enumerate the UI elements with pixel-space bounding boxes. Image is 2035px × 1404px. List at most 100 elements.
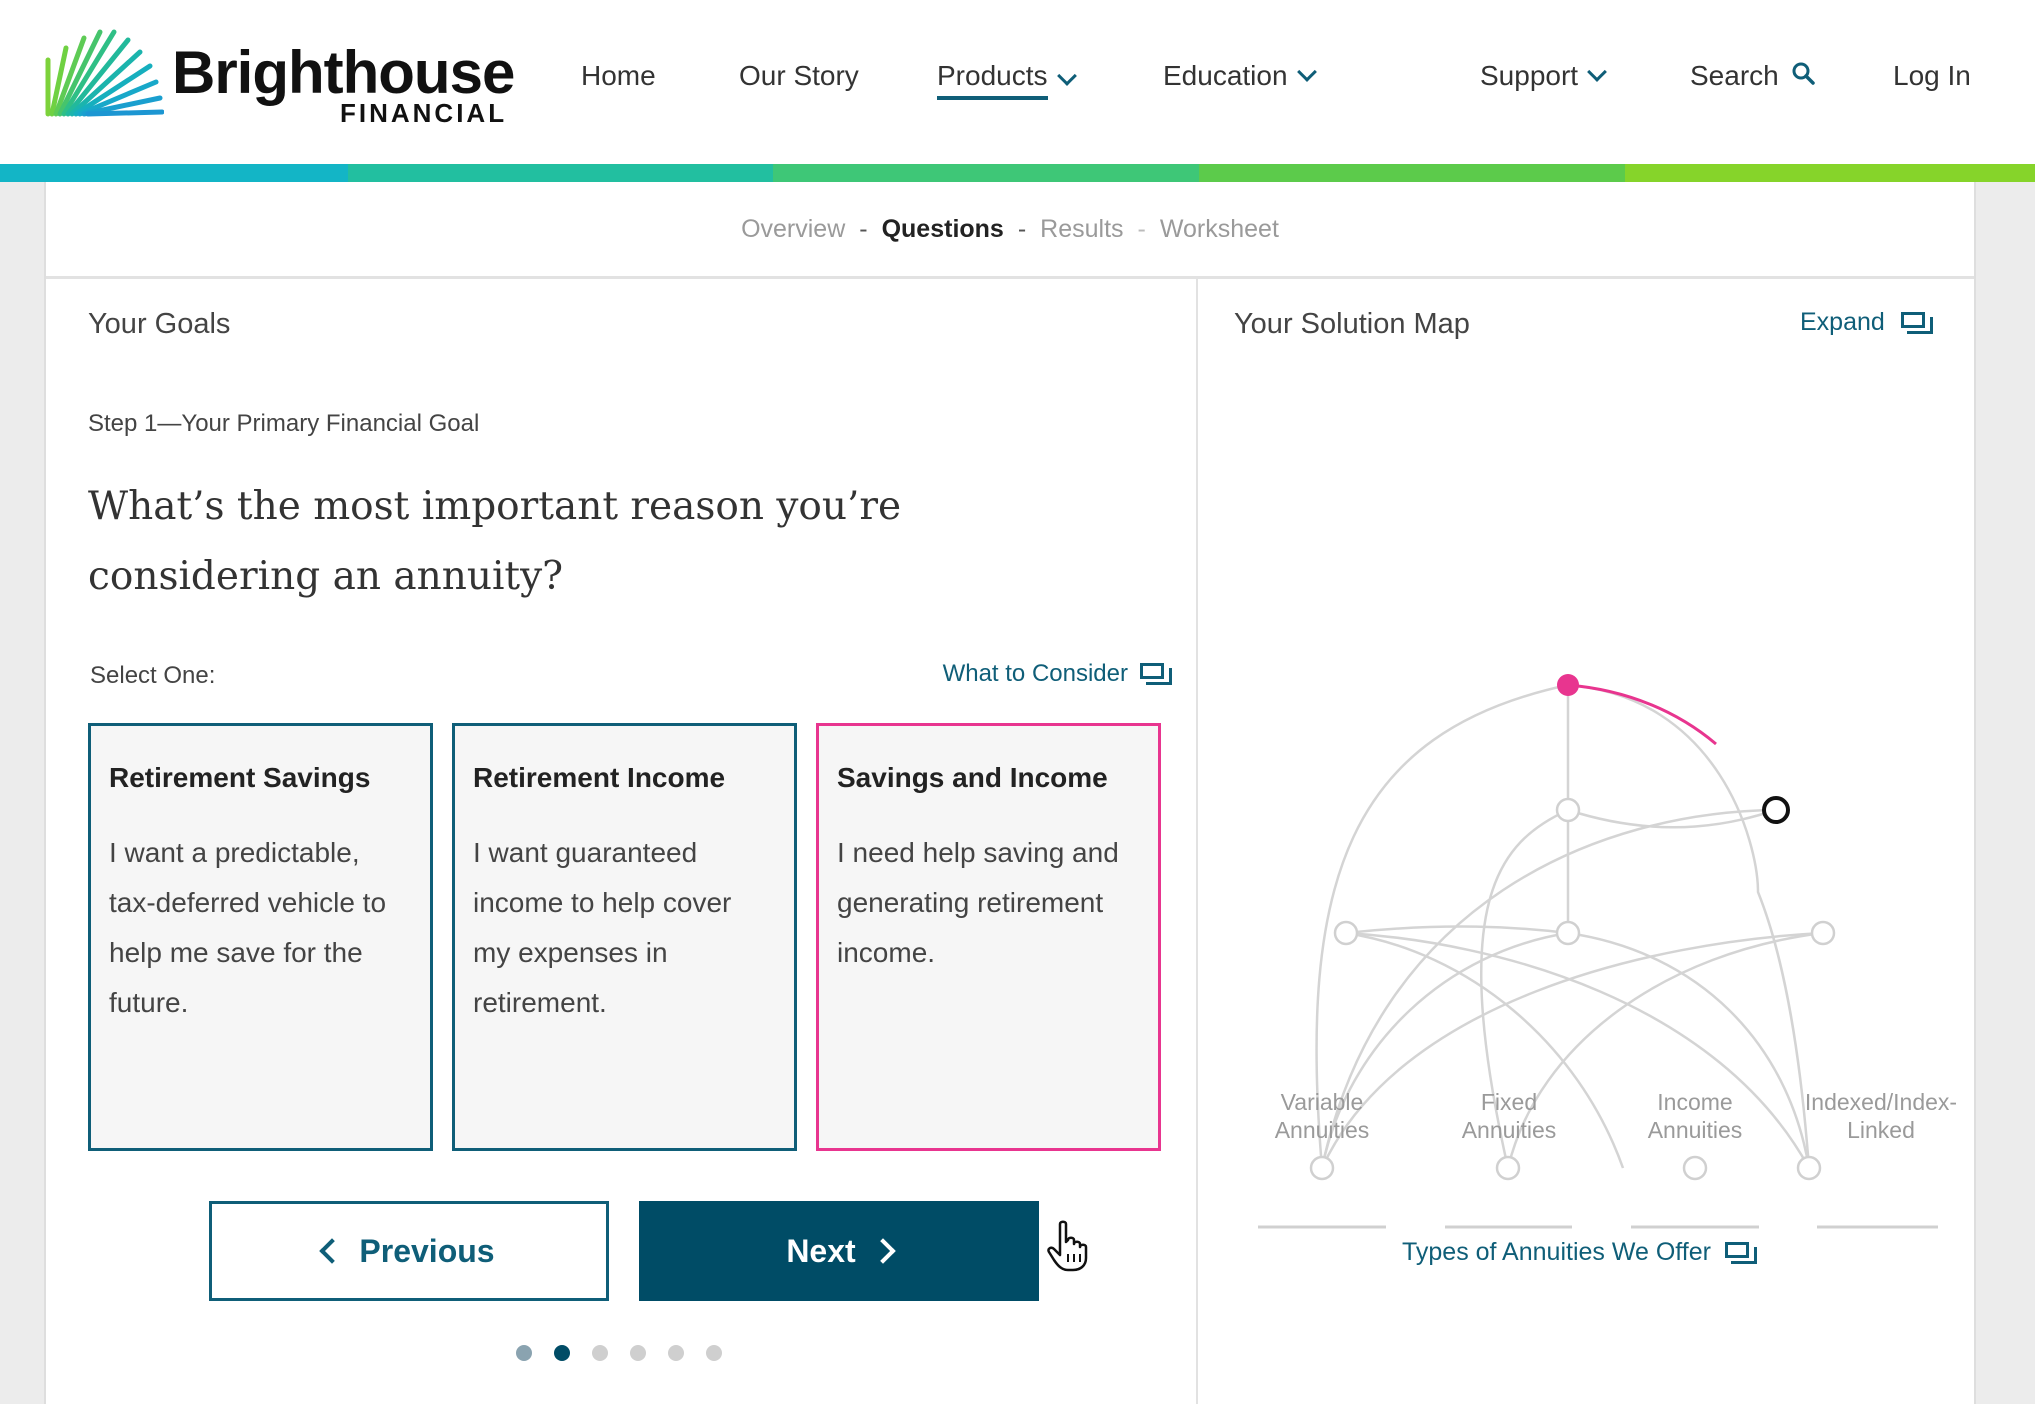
category-line: Annuities [1647, 1117, 1743, 1143]
select-one-label: Select One: [90, 662, 216, 689]
nav-home[interactable]: Home [581, 60, 656, 92]
step-overview[interactable]: Overview [741, 215, 845, 244]
next-button[interactable]: Next [639, 1201, 1039, 1301]
nav-support[interactable]: Support [1480, 60, 1607, 92]
map-path [1345, 925, 1569, 935]
progress-breadcrumb: Overview - Questions - Results - Workshe… [46, 182, 1974, 279]
category-label-indexed: Indexed/Index- Linked [1796, 1088, 1966, 1144]
option-description: I want guaranteed income to help cover m… [473, 837, 732, 1018]
option-description: I need help saving and generating retire… [837, 837, 1119, 968]
next-button-label: Next [786, 1232, 856, 1269]
question-progress-dots [516, 1345, 722, 1361]
option-title: Retirement Savings [109, 762, 371, 793]
question-heading: What’s the most important reason you’re … [88, 472, 918, 612]
step-questions[interactable]: Questions [882, 215, 1004, 244]
brand-stripe-3 [773, 164, 1199, 182]
brand-subtitle: FINANCIAL [340, 98, 508, 128]
nav-our-story-label: Our Story [739, 60, 859, 91]
expand-link[interactable]: Expand [1800, 308, 1933, 337]
goals-title: Your Goals [88, 308, 231, 340]
map-node-current [1762, 796, 1790, 824]
progress-dot [630, 1345, 646, 1361]
category-line: Variable [1280, 1089, 1364, 1115]
brand-stripe-1 [0, 164, 348, 182]
brand-name: Brighthouse [172, 39, 515, 106]
chevron-left-icon [319, 1238, 346, 1264]
previous-button-label: Previous [359, 1232, 495, 1269]
nav-products-label: Products [937, 60, 1048, 100]
step-label: Step 1—Your Primary Financial Goal [88, 410, 480, 437]
types-of-annuities-link[interactable]: Types of Annuities We Offer [1402, 1238, 1757, 1267]
chevron-down-icon [1296, 62, 1317, 82]
progress-dot [668, 1345, 684, 1361]
category-label-fixed: Fixed Annuities [1424, 1088, 1594, 1144]
what-to-consider-label: What to Consider [942, 660, 1128, 687]
progress-dot-current [554, 1345, 570, 1361]
what-to-consider-link[interactable]: What to Consider [943, 660, 1172, 688]
popup-window-icon [1900, 311, 1933, 334]
annuity-tool-panel: Overview - Questions - Results - Workshe… [44, 182, 1976, 1404]
brand-stripe-5 [1625, 164, 2035, 182]
question-line-1: What’s the most important reason you’re [88, 484, 902, 529]
progress-dot [706, 1345, 722, 1361]
option-card-retirement-savings[interactable]: Retirement Savings I want a predictable,… [88, 723, 433, 1151]
step-separator: - [1137, 214, 1146, 243]
nav-our-story[interactable]: Our Story [739, 60, 859, 92]
option-title: Savings and Income [837, 762, 1108, 793]
brand-stripe-2 [348, 164, 773, 182]
chevron-down-icon [1587, 62, 1607, 82]
nav-search[interactable]: Search [1690, 60, 1815, 92]
nav-education[interactable]: Education [1163, 60, 1317, 92]
map-node [1682, 1155, 1708, 1181]
category-line: Annuities [1461, 1117, 1557, 1143]
option-card-savings-and-income[interactable]: Savings and Income I need help saving an… [816, 723, 1161, 1151]
progress-dot [592, 1345, 608, 1361]
map-node [1796, 1155, 1822, 1181]
nav-home-label: Home [581, 60, 656, 91]
map-node [1309, 1155, 1335, 1181]
category-label-variable: Variable Annuities [1237, 1088, 1407, 1144]
map-node [1555, 920, 1581, 946]
category-label-income: Income Annuities [1610, 1088, 1780, 1144]
map-node [1810, 920, 1836, 946]
map-node [1555, 797, 1581, 823]
site-header: Brighthouse FINANCIAL Home Our Story Pro… [0, 0, 2035, 164]
chevron-down-icon [1056, 66, 1077, 86]
step-separator: - [1017, 214, 1027, 243]
option-title: Retirement Income [473, 762, 726, 793]
nav-products[interactable]: Products [937, 60, 1077, 100]
question-line-2: considering an annuity? [88, 554, 564, 599]
previous-button[interactable]: Previous [209, 1201, 609, 1301]
expand-label: Expand [1800, 308, 1885, 336]
selected-path [1567, 683, 1717, 746]
progress-dot [516, 1345, 532, 1361]
solution-map-title: Your Solution Map [1234, 308, 1470, 340]
brand-stripe-4 [1199, 164, 1625, 182]
sunburst-logo-icon [45, 29, 164, 117]
step-separator: - [859, 214, 868, 243]
option-card-retirement-income[interactable]: Retirement Income I want guaranteed inco… [452, 723, 797, 1151]
category-line: Income [1657, 1089, 1733, 1115]
popup-window-icon [1140, 663, 1172, 685]
category-line: Indexed/Index- [1804, 1089, 1958, 1115]
chevron-right-icon [869, 1238, 896, 1264]
map-node-selected [1557, 674, 1579, 696]
option-description: I want a predictable, tax-deferred vehic… [109, 837, 387, 1018]
map-node [1333, 920, 1359, 946]
nav-login-label: Log In [1893, 60, 1971, 91]
step-results[interactable]: Results [1040, 215, 1123, 244]
nav-search-label: Search [1690, 60, 1779, 91]
types-of-annuities-label: Types of Annuities We Offer [1402, 1238, 1711, 1266]
hand-cursor-icon [1047, 1220, 1088, 1272]
nav-education-label: Education [1163, 60, 1288, 91]
step-worksheet[interactable]: Worksheet [1160, 215, 1279, 244]
category-line: Annuities [1274, 1117, 1370, 1143]
category-line: Linked [1847, 1117, 1915, 1143]
nav-support-label: Support [1480, 60, 1579, 91]
brighthouse-logo[interactable]: Brighthouse FINANCIAL [44, 10, 515, 128]
popup-window-icon [1724, 1241, 1757, 1264]
category-line: Fixed [1480, 1089, 1538, 1115]
nav-login[interactable]: Log In [1893, 60, 1971, 92]
map-node [1495, 1155, 1521, 1181]
search-icon [1792, 62, 1815, 85]
